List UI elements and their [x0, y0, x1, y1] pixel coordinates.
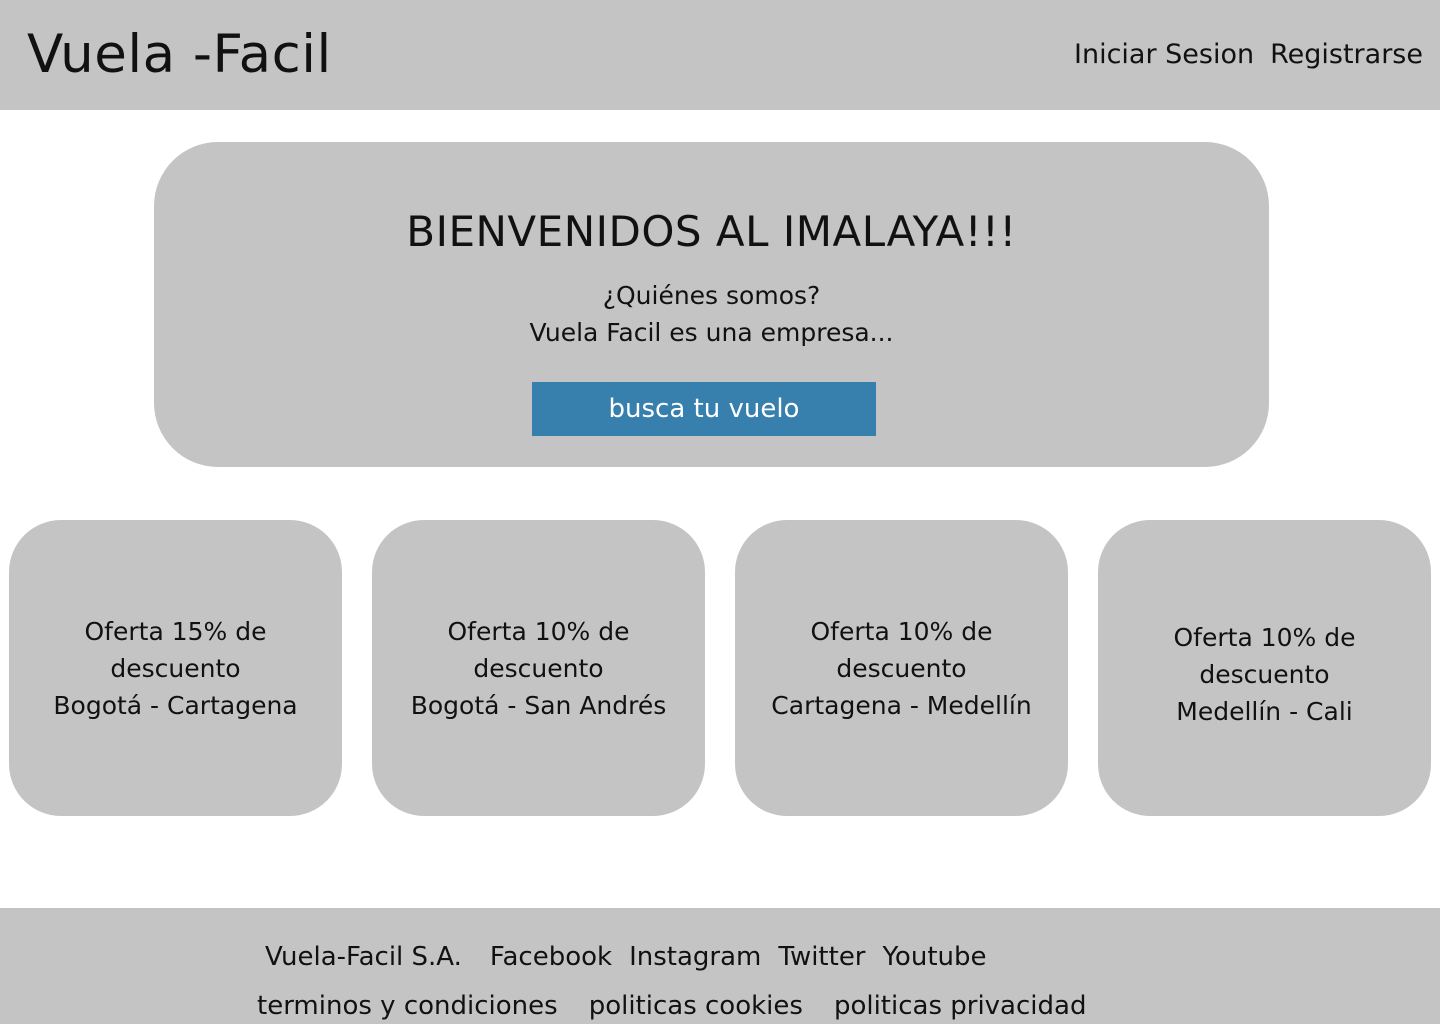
site-footer: Vuela-Facil S.A. Facebook Instagram Twit…: [0, 908, 1440, 1024]
register-link[interactable]: Registrarse: [1270, 38, 1423, 72]
cookies-policy-link[interactable]: politicas cookies: [589, 989, 803, 1023]
offer-discount-word: descuento: [836, 653, 967, 683]
brand-logo[interactable]: Vuela -Facil: [27, 22, 332, 88]
footer-links-row: Vuela-Facil S.A. Facebook Instagram Twit…: [265, 940, 987, 974]
hero-panel: BIENVENIDOS AL IMALAYA!!! ¿Quiénes somos…: [154, 142, 1269, 467]
offer-discount: Oferta 15% de: [84, 616, 267, 646]
footer-company: Vuela-Facil S.A.: [265, 942, 462, 972]
hero-about: ¿Quiénes somos? Vuela Facil es una empre…: [154, 277, 1269, 351]
terms-link[interactable]: terminos y condiciones: [257, 989, 558, 1023]
offer-discount: Oferta 10% de: [810, 616, 993, 646]
offer-text: Oferta 15% de descuento Bogotá - Cartage…: [53, 613, 297, 724]
login-link[interactable]: Iniciar Sesion: [1074, 38, 1254, 72]
twitter-link[interactable]: Twitter: [778, 940, 865, 974]
offer-card[interactable]: Oferta 10% de descuento Cartagena - Mede…: [735, 520, 1068, 816]
offer-discount: Oferta 10% de: [1173, 622, 1356, 652]
about-heading: ¿Quiénes somos?: [602, 281, 821, 310]
about-text: Vuela Facil es una empresa...: [529, 318, 894, 347]
offer-discount: Oferta 10% de: [447, 616, 630, 646]
hero-title: BIENVENIDOS AL IMALAYA!!!: [406, 207, 1017, 256]
offer-route: Cartagena - Medellín: [771, 690, 1032, 720]
offer-discount-word: descuento: [110, 653, 241, 683]
offer-text: Oferta 10% de descuento Medellín - Cali: [1174, 607, 1356, 730]
offer-card[interactable]: Oferta 10% de descuento Medellín - Cali: [1098, 520, 1431, 816]
offer-discount-word: descuento: [1199, 659, 1330, 689]
offer-text: Oferta 10% de descuento Bogotá - San And…: [411, 613, 667, 724]
offer-card[interactable]: Oferta 10% de descuento Bogotá - San And…: [372, 520, 705, 816]
offer-route: Bogotá - Cartagena: [53, 690, 298, 720]
header-nav: Iniciar Sesion Registrarse: [1074, 38, 1423, 72]
offer-text: Oferta 10% de descuento Cartagena - Mede…: [771, 613, 1031, 724]
instagram-link[interactable]: Instagram: [629, 940, 761, 974]
footer-legal-row: terminos y condiciones politicas cookies…: [257, 989, 1086, 1023]
offer-card[interactable]: Oferta 15% de descuento Bogotá - Cartage…: [9, 520, 342, 816]
offer-route: Medellín - Cali: [1176, 696, 1353, 726]
privacy-policy-link[interactable]: politicas privacidad: [834, 989, 1087, 1023]
offer-route: Bogotá - San Andrés: [410, 690, 667, 720]
offer-discount-word: descuento: [473, 653, 604, 683]
youtube-link[interactable]: Youtube: [883, 940, 987, 974]
search-flight-button[interactable]: busca tu vuelo: [532, 382, 876, 436]
site-header: Vuela -Facil Iniciar Sesion Registrarse: [0, 0, 1440, 110]
facebook-link[interactable]: Facebook: [490, 940, 612, 974]
